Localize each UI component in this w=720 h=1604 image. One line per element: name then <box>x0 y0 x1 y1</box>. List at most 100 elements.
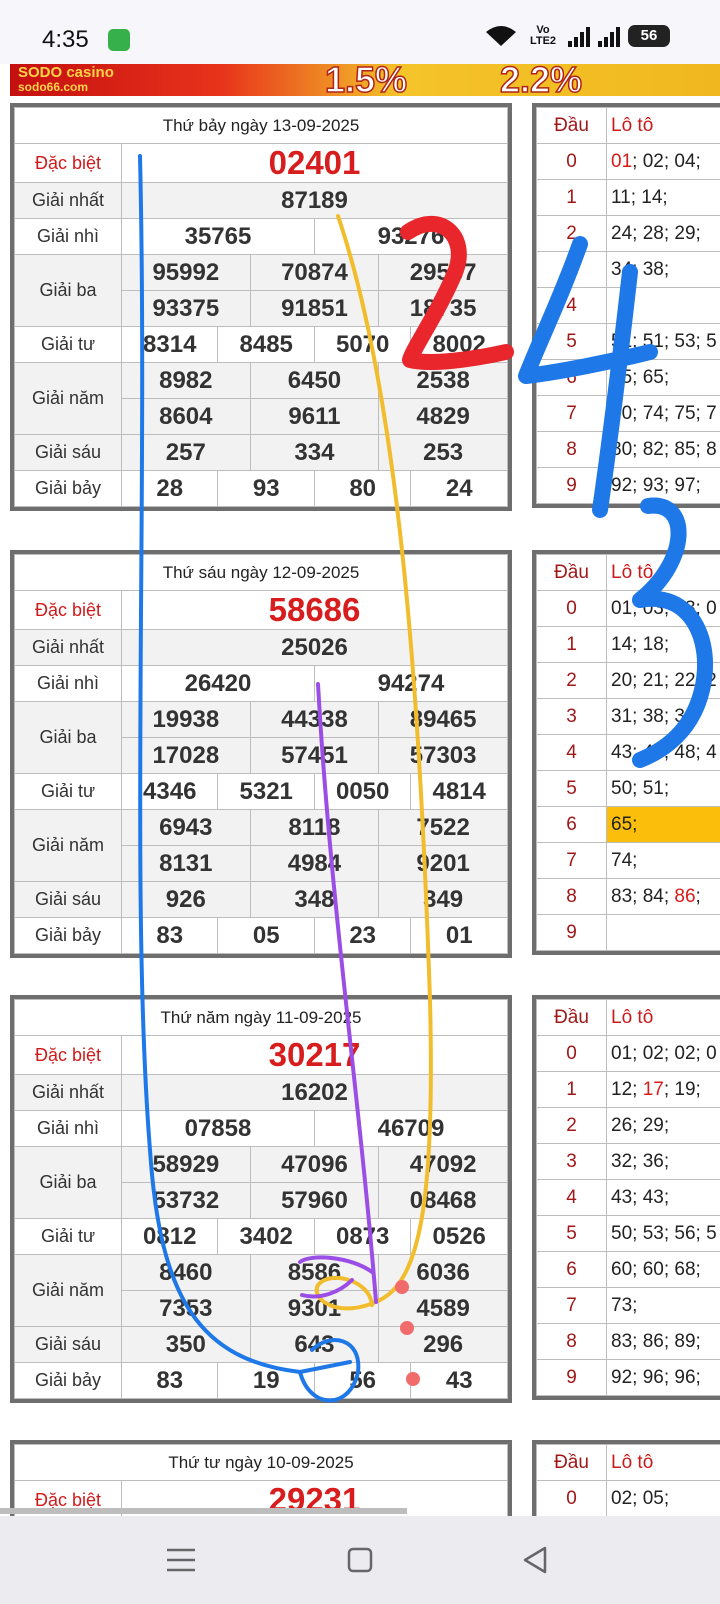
loto-head-list: Lô tô <box>606 1444 720 1481</box>
loto-numbers: 73; <box>606 1287 720 1324</box>
fifth-prize-value: 6450 <box>249 362 380 399</box>
label-fourth: Giải tư <box>14 326 122 363</box>
third-prize-value: 18735 <box>378 290 508 327</box>
loto-number-text: ; 19; <box>663 1078 701 1100</box>
loto-number-text: 60; 60; 68; <box>611 1258 701 1280</box>
loto-number-text: 65; <box>611 813 638 835</box>
draw-date: Thứ tư ngày 10-09-2025 <box>14 1444 508 1481</box>
fourth-prize-value: 0526 <box>410 1218 508 1255</box>
label-seventh: Giải bảy <box>14 1362 122 1399</box>
loto-numbers <box>606 287 720 324</box>
loto-numbers: 83; 86; 89; <box>606 1323 720 1360</box>
loto-dau: 6 <box>536 1251 607 1288</box>
loto-dau: 8 <box>536 431 607 468</box>
fifth-prize-value: 8586 <box>249 1254 380 1291</box>
loto-table-2: Đầu Lô tô 0 01; 03; 03; 0 1 14; 18; 2 20; 21; 2… <box>532 550 720 955</box>
seventh-prize-value: 83 <box>120 1362 219 1399</box>
label-sixth: Giải sáu <box>14 1326 122 1363</box>
loto-dau: 3 <box>536 1143 607 1180</box>
result-table-2: Thứ sáu ngày 12-09-2025 Đặc biệt 58686 Giải… <box>10 550 512 958</box>
draw-date: Thứ năm ngày 11-09-2025 <box>14 999 508 1036</box>
fifth-prize-value: 8604 <box>121 398 251 435</box>
loto-number-text: 83; 84; <box>611 885 675 907</box>
fourth-prize-value: 5070 <box>313 326 412 363</box>
notification-app-icon <box>108 29 130 51</box>
sixth-prize-value: 296 <box>378 1326 508 1363</box>
loto-number-text: 51; 51; 53; 5 <box>611 330 717 352</box>
loto-dau: 5 <box>536 770 607 807</box>
loto-numbers: 92; 96; 96; <box>606 1359 720 1396</box>
loto-numbers: 14; 18; <box>606 626 720 663</box>
result-table-3: Thứ năm ngày 11-09-2025 Đặc biệt 30217 Giải… <box>10 995 512 1403</box>
loto-dau: 3 <box>536 698 607 735</box>
loto-numbers: 34; 38; <box>606 251 720 288</box>
seventh-prize-value: 93 <box>217 470 315 507</box>
label-fifth: Giải năm <box>14 809 122 882</box>
loto-head-list: Lô tô <box>606 107 720 144</box>
fifth-prize-value: 2538 <box>378 362 508 399</box>
promo-banner[interactable]: SODO casino sodo66.com 1.5% 2.2% <box>10 64 720 96</box>
label-first: Giải nhất <box>14 1074 122 1111</box>
volte-label: Vo LTE2 <box>529 24 557 47</box>
loto-numbers: 51; 51; 53; 5 <box>606 323 720 360</box>
third-prize-value: 70874 <box>249 254 380 291</box>
loto-head-dau: Đầu <box>536 1444 607 1481</box>
loto-number-text: 80; 82; 85; 8 <box>611 438 717 460</box>
label-third: Giải ba <box>14 254 122 327</box>
loto-number-text: 43; 46; 48; 4 <box>611 741 717 763</box>
loto-dau: 3 <box>536 251 607 288</box>
fifth-prize-value: 8982 <box>121 362 251 399</box>
loto-dau: 1 <box>536 626 607 663</box>
loto-dau: 5 <box>536 323 607 360</box>
sixth-prize-value: 348 <box>249 881 380 918</box>
loto-number-text: 34; 38; <box>611 258 670 280</box>
loto-dau: 9 <box>536 914 607 951</box>
fifth-prize-value: 8131 <box>121 845 251 882</box>
loto-numbers: 80; 82; 85; 8 <box>606 431 720 468</box>
loto-numbers: 92; 93; 97; <box>606 467 720 504</box>
third-prize-value: 08468 <box>378 1182 508 1219</box>
fifth-prize-value: 9201 <box>378 845 508 882</box>
loto-dau: 4 <box>536 734 607 771</box>
horizontal-scrollbar[interactable] <box>0 1508 407 1514</box>
loto-number-text: 24; 28; 29; <box>611 222 701 244</box>
seventh-prize-value: 05 <box>217 917 315 954</box>
loto-numbers: 43; 43; <box>606 1179 720 1216</box>
loto-table-3: Đầu Lô tô 0 01; 02; 02; 0 1 12; 17; 19; 2 26; 2… <box>532 995 720 1400</box>
loto-number-text: 50; 51; <box>611 777 670 799</box>
loto-number-text: 11; 14; <box>611 186 668 208</box>
loto-numbers: 60; 60; 68; <box>606 1251 720 1288</box>
menu-icon[interactable] <box>161 1540 201 1580</box>
loto-dau: 8 <box>536 878 607 915</box>
label-fourth: Giải tư <box>14 1218 122 1255</box>
sixth-prize-value: 334 <box>249 434 380 471</box>
third-prize-value: 47092 <box>378 1146 508 1183</box>
third-prize-value: 57451 <box>249 737 380 774</box>
third-prize-value: 53732 <box>121 1182 251 1219</box>
draw-date: Thứ bảy ngày 13-09-2025 <box>14 107 508 144</box>
loto-table-1: Đầu Lô tô 0 01; 02; 04; 1 11; 14; 2 24; 28; 29;… <box>532 103 720 508</box>
loto-dau: 9 <box>536 1359 607 1396</box>
loto-number-text: 32; 36; <box>611 1150 670 1172</box>
loto-numbers: 24; 28; 29; <box>606 215 720 252</box>
loto-number-text: 43; 43; <box>611 1186 670 1208</box>
banner-site: sodo66.com <box>18 80 89 94</box>
home-icon[interactable] <box>340 1540 380 1580</box>
label-special: Đặc biệt <box>14 1035 122 1075</box>
second-prize-value: 07858 <box>121 1110 315 1147</box>
label-seventh: Giải bảy <box>14 917 122 954</box>
loto-numbers: 01; 02; 02; 0 <box>606 1035 720 1072</box>
third-prize-value: 58929 <box>121 1146 251 1183</box>
loto-dau: 0 <box>536 1480 607 1517</box>
label-fourth: Giải tư <box>14 773 122 810</box>
third-prize-value: 91851 <box>249 290 380 327</box>
fourth-prize-value: 8002 <box>410 326 508 363</box>
back-icon[interactable] <box>515 1540 555 1580</box>
loto-numbers: 12; 17; 19; <box>606 1071 720 1108</box>
label-third: Giải ba <box>14 701 122 774</box>
fifth-prize-value: 7522 <box>378 809 508 846</box>
loto-numbers: 74; <box>606 842 720 879</box>
loto-number-text: 92; 93; 97; <box>611 474 701 496</box>
seventh-prize-value: 83 <box>120 917 219 954</box>
loto-numbers: 01; 03; 03; 0 <box>606 590 720 627</box>
